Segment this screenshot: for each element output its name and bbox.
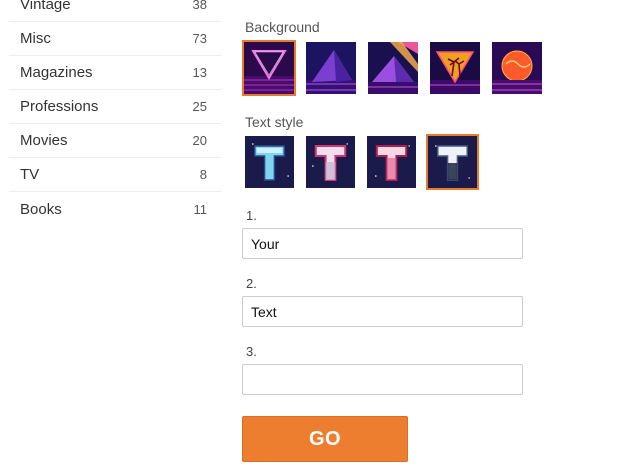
text-style-picker [243, 134, 479, 190]
text-style-option-chrome-silver[interactable] [426, 134, 479, 190]
field-3-label: 3. [246, 344, 257, 359]
chrome-silver-t-thumbnail [428, 136, 477, 188]
category-item-books[interactable]: Books 11 [9, 192, 221, 226]
background-option-pyramid-beams[interactable] [366, 40, 420, 96]
background-option-purple-pyramid[interactable] [304, 40, 358, 96]
category-label: Misc [20, 30, 51, 47]
category-label: Books [20, 200, 62, 218]
background-option-neon-triangle[interactable] [242, 40, 296, 96]
chrome-cyan-t-thumbnail [245, 136, 294, 188]
field-1-label: 1. [246, 208, 257, 223]
neon-triangle-thumbnail [244, 42, 294, 94]
category-label: Movies [20, 132, 68, 149]
background-option-palm-triangle[interactable] [428, 40, 482, 96]
category-label: Vintage [20, 0, 71, 13]
category-label: Professions [20, 98, 99, 115]
chrome-red-t-thumbnail [367, 136, 416, 188]
text-style-title: Text style [245, 114, 304, 130]
go-button[interactable]: GO [242, 416, 408, 462]
text-line-2-input[interactable] [242, 296, 523, 327]
background-option-sunset-sphere[interactable] [490, 40, 544, 96]
chrome-pink-t-thumbnail [306, 136, 355, 188]
category-item-misc[interactable]: Misc 73 [9, 22, 221, 56]
category-label: TV [20, 166, 40, 183]
text-line-1-input[interactable] [242, 228, 523, 259]
category-label: Magazines [20, 64, 93, 81]
sunset-sphere-thumbnail [492, 42, 542, 94]
category-item-movies[interactable]: Movies 20 [9, 124, 221, 158]
text-style-option-chrome-red[interactable] [365, 134, 418, 190]
category-count: 11 [193, 201, 208, 217]
category-count: 73 [192, 31, 207, 46]
background-picker [242, 40, 544, 96]
category-count: 8 [199, 167, 207, 182]
category-count: 38 [192, 0, 207, 12]
text-style-option-chrome-cyan[interactable] [243, 134, 296, 190]
category-item-tv[interactable]: TV 8 [9, 158, 221, 192]
category-item-magazines[interactable]: Magazines 13 [9, 56, 221, 90]
text-line-3-input[interactable] [242, 364, 523, 395]
palm-triangle-thumbnail [430, 42, 480, 94]
background-title: Background [245, 19, 320, 35]
category-count: 13 [192, 65, 207, 80]
category-item-vintage[interactable]: Vintage 38 [9, 0, 221, 22]
purple-pyramid-thumbnail [306, 42, 356, 94]
category-count: 25 [192, 99, 207, 114]
pyramid-beams-thumbnail [368, 42, 418, 94]
field-2-label: 2. [246, 276, 257, 291]
category-item-professions[interactable]: Professions 25 [9, 90, 221, 124]
text-style-option-chrome-pink[interactable] [304, 134, 357, 190]
category-list: Vintage 38 Misc 73 Magazines 13 Professi… [9, 0, 221, 226]
category-count: 20 [192, 133, 207, 148]
